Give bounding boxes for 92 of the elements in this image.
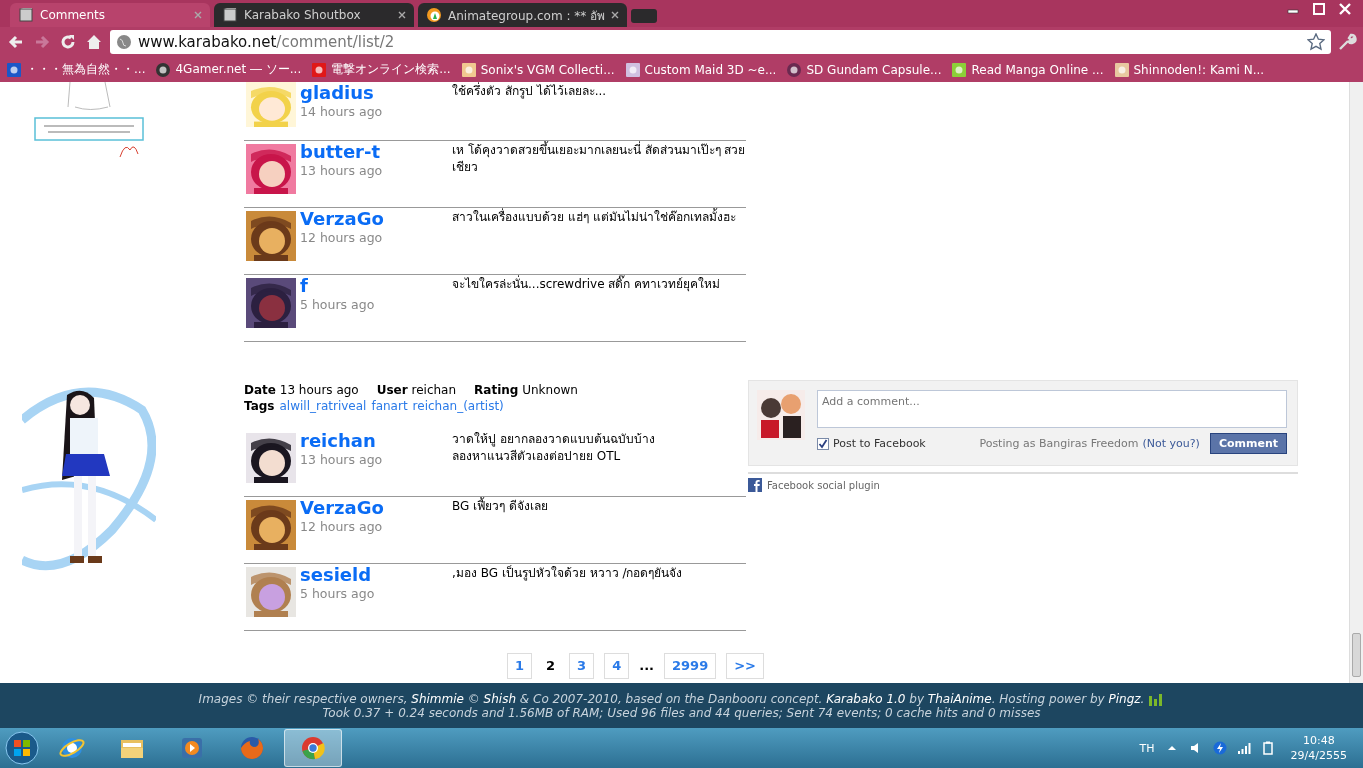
bookmark-link[interactable]: Custom Maid 3D ~e... <box>644 62 777 77</box>
footer-link[interactable]: ThaiAnime <box>927 691 992 706</box>
comment-time: 5 hours ago <box>300 586 376 601</box>
footer-link[interactable]: Karabako 1.0 <box>826 691 906 706</box>
user-link[interactable]: VerzaGo <box>300 497 384 519</box>
facebook-icon <box>748 478 762 492</box>
bookmark-icon <box>6 61 22 78</box>
browser-tab[interactable]: Animategroup.com : ** อัพ <box>418 3 628 27</box>
footer-link[interactable]: Shimmie <box>411 691 464 706</box>
comment-text: BG เฟี้ยวๆ ดีจังเลย <box>452 498 549 515</box>
chrome-icon <box>302 737 325 760</box>
bookmark-icon <box>951 61 968 78</box>
comment-time: 12 hours ago <box>300 519 384 534</box>
browser-icon <box>59 738 85 758</box>
globe-icon <box>116 34 132 50</box>
user-link[interactable]: f <box>300 275 308 297</box>
bar-chart-icon <box>1148 691 1165 706</box>
page-icon <box>18 7 34 23</box>
footer-link[interactable]: Pingz <box>1108 691 1141 706</box>
page-link[interactable]: 3 <box>569 653 595 679</box>
footer-link[interactable]: Shish <box>483 691 517 706</box>
close-icon[interactable] <box>398 11 406 19</box>
bookmark-icon <box>311 61 328 78</box>
close-icon[interactable] <box>611 11 620 19</box>
scrollbar[interactable] <box>1349 82 1363 683</box>
page-link[interactable]: 1 <box>507 653 533 679</box>
not-you-link[interactable]: (Not you?) <box>1142 437 1200 450</box>
bookmark-link[interactable]: Sonix's VGM Collecti... <box>480 62 615 77</box>
comment-input[interactable]: Add a comment... <box>817 390 1287 428</box>
plugin-label: Facebook social plugin <box>767 479 880 491</box>
comment-button[interactable]: Comment <box>1209 433 1287 454</box>
address-bar[interactable]: www.karabako.net/comment/list/2 <box>110 30 1331 54</box>
browser-tab[interactable]: Comments <box>10 3 210 27</box>
bookmark-icon <box>460 61 477 78</box>
browser-tab[interactable]: Karabako Shoutbox <box>214 3 414 27</box>
comment-text: ,มอง BG เป็นรูปหัวใจด้วย หวาว /กอดๆยันจัง <box>452 565 684 583</box>
comment-text: วาดให้ปู อยากลองวาดแบบต้นฉบับบ้าง ลองหาแนวสีตัวเองต่อปายย OTL <box>452 431 656 465</box>
folder-icon <box>121 740 143 758</box>
new-tab-button[interactable] <box>631 9 658 23</box>
user-link[interactable]: VerzaGo <box>300 208 384 230</box>
checkbox-label[interactable]: Post to Facebook <box>833 437 926 450</box>
firefox-icon <box>241 737 263 759</box>
bookmark-link[interactable]: 電撃オンライン検索... <box>331 61 451 78</box>
tags-label: Tags <box>244 398 275 414</box>
star-icon[interactable] <box>1307 33 1325 51</box>
comment-text: สาวในเครื่องแบบด้วย แฮ่ๆ แต่มันไม่น่าใช่ค๊อกเทลมั้งฮะ <box>452 209 737 226</box>
language-indicator[interactable]: TH <box>1139 741 1155 755</box>
media-player-icon <box>182 738 202 758</box>
comment-text: ใช้ครึ่งตัว สักรูป ได้ไว้เลยละ... <box>452 83 608 101</box>
user-link[interactable]: gladius <box>300 82 374 104</box>
bookmark-link[interactable]: 4Gamer.net ― ソー... <box>175 61 302 78</box>
tag-link[interactable]: reichan_(artist) <box>412 398 504 414</box>
post-meta: Date 13 hours ago <box>244 382 359 398</box>
footer-stats: Took 0.37 + 0.24 seconds and 1.56MB of RAM; Used 96 files and 44 queries; Sent 74 events; 0 cache hits and 0 misses <box>322 705 1041 720</box>
checkbox[interactable] <box>817 437 829 450</box>
bookmark-icon <box>624 61 641 78</box>
page-link[interactable]: 4 <box>604 653 630 679</box>
bookmark-link[interactable]: Read Manga Online ... <box>971 62 1104 77</box>
post-meta: User reichan <box>376 382 457 398</box>
bookmark-icon <box>155 61 172 78</box>
lightning-icon[interactable] <box>1212 741 1227 755</box>
page-icon <box>222 7 238 23</box>
comment-time: 14 hours ago <box>300 104 384 119</box>
battery-icon[interactable] <box>1260 741 1275 755</box>
post-meta: Rating Unknown <box>474 382 578 398</box>
bookmark-link[interactable]: SD Gundam Capsule... <box>806 62 942 77</box>
user-link[interactable]: butter-t <box>300 141 381 163</box>
comment-time: 13 hours ago <box>300 452 384 467</box>
start-button[interactable] <box>4 730 40 766</box>
user-link[interactable]: reichan <box>300 430 376 452</box>
bookmark-icon <box>1113 61 1130 78</box>
comment-time: 5 hours ago <box>300 297 376 312</box>
page-link[interactable]: >> <box>726 653 764 679</box>
comment-text: เห โด้คุงวาดสวยขึ้นเยอะมากเลยนะนี่ สัดส่วนมาเป๊ะๆ สวยเชียว <box>452 142 746 176</box>
bookmark-icon <box>786 61 803 78</box>
signal-icon[interactable] <box>1236 741 1251 755</box>
comment-time: 12 hours ago <box>300 230 384 245</box>
footer-credits: Images © their respective owners, Shimmie © Shish & Co 2007-2010, based on the Danbooru concept. Karabako 1.0 by ThaiAnime. Hosting power by Pingz. <box>198 691 1145 706</box>
clock-date[interactable]: 29/4/2555 <box>1290 748 1347 763</box>
bookmark-link[interactable]: ・・・無為自然・・... <box>26 61 146 78</box>
comment-text: จะไขใครล่ะนั่น...screwdrive สดิ๊ก คทาเวทย์ยุคใหม่ <box>452 276 722 294</box>
page-link[interactable]: 2999 <box>664 653 717 679</box>
comment-time: 13 hours ago <box>300 163 384 178</box>
tag-link[interactable]: alwill_ratriveal <box>279 398 367 414</box>
tag-link[interactable]: fanart <box>371 398 408 414</box>
bookmark-link[interactable]: Shinnoden!: Kami N... <box>1133 62 1265 77</box>
clock-time[interactable]: 10:48 <box>1302 733 1335 748</box>
posting-as-text: Posting as Bangiras Freedom <box>979 437 1139 450</box>
user-link[interactable]: sesield <box>300 564 372 586</box>
page-ellipsis: ... <box>639 657 654 675</box>
taskbar-button[interactable] <box>284 729 342 767</box>
site-icon <box>426 7 442 23</box>
